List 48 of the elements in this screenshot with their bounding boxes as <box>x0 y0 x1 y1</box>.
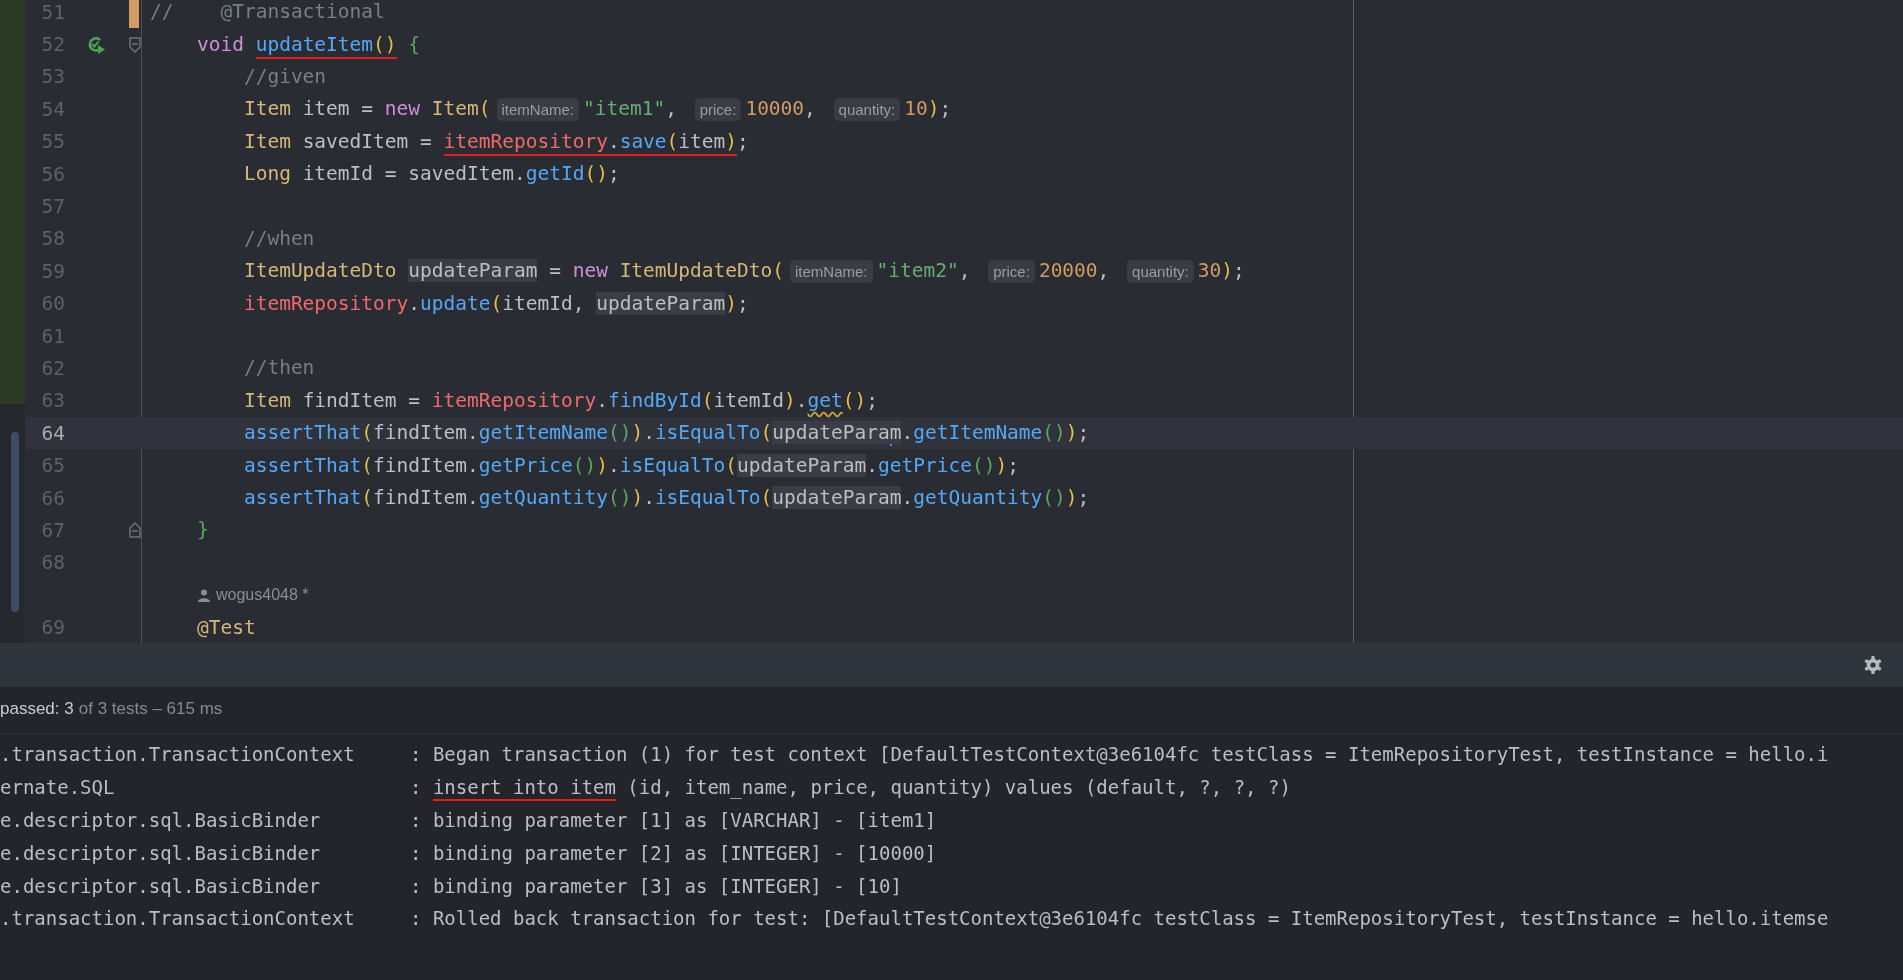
code-line: //given <box>242 63 327 90</box>
usage-highlight: updateParam <box>737 453 867 477</box>
code-line: assertThat(findItem.getPrice()).isEqualTo(updateParam.getPrice()); <box>242 452 1019 479</box>
run-test-icon[interactable] <box>86 34 106 55</box>
usage-highlight: updateParam <box>408 258 538 282</box>
parameter-hint: price: <box>694 97 742 121</box>
fold-icon[interactable] <box>129 36 141 53</box>
parameter-hint: itemName: <box>496 97 580 121</box>
usage-highlight: updatePara <box>772 421 890 445</box>
author-hint[interactable]: wogus4048 * <box>216 586 309 605</box>
log-message: : binding parameter [3] as [INTEGER] - [10] <box>410 874 902 897</box>
parameter-hint: quantity: <box>1127 259 1194 283</box>
parameter-hint: quantity: <box>833 97 901 121</box>
log-message: : binding parameter [1] as [VARCHAR] - [item1] <box>410 809 937 831</box>
scrollbar-thumb[interactable] <box>11 432 19 612</box>
log-message: : Rolled back transaction for test: [DefaultTestContext@3e6104fc testClass = ItemRepositoryTest, testInstance = hello.itemse <box>410 907 1829 930</box>
person-icon <box>198 588 210 602</box>
usage-highlight: updateParam <box>596 291 726 315</box>
code-line: ItemUpdateDto updateParam = new ItemUpdateDto( itemName: "item2", price: 20000, quantity: 30); <box>242 257 1245 285</box>
log-message: : Began transaction (1) for test context [DefaultTestContext@3e6104fc testClass = ItemRepositoryTest, testInstance = hello.i <box>410 743 1829 766</box>
usage-highlight: updateParam <box>772 486 902 510</box>
log-message: : binding parameter [2] as [INTEGER] - [10000] <box>410 841 937 864</box>
logger-name: .transaction.TransactionContext <box>0 743 356 766</box>
line-number: 64 <box>40 421 65 445</box>
code-line: @Test <box>195 614 256 641</box>
logger-name: .transaction.TransactionContext <box>0 907 356 930</box>
logger-name: e.descriptor.sql.BasicBinder <box>0 874 322 897</box>
logger-name: ernate.SQL <box>0 776 116 799</box>
code-line: assertThat(findItem.getQuantity()).isEqualTo(updateParam.getQuantity()); <box>242 485 1090 512</box>
code-line: Item findItem = itemRepository.findById(itemId).get(); <box>242 387 878 414</box>
code-line: } <box>195 517 209 544</box>
test-summary: passed: 3 of 3 tests – 615 ms <box>0 698 224 720</box>
log-message: : insert into item (id, item_name, price, quantity) values (default, ?, ?, ?) <box>410 776 1291 799</box>
parameter-hint: price: <box>988 259 1035 283</box>
code-line: itemRepository.update(itemId, updateParam); <box>242 290 749 317</box>
code-line: //when <box>242 225 315 252</box>
parameter-hint: itemName: <box>790 259 873 283</box>
fold-icon[interactable] <box>129 522 141 539</box>
logger-name: e.descriptor.sql.BasicBinder <box>0 809 322 831</box>
code-line: //then <box>242 355 315 382</box>
code-line: Item item = new Item( itemName: "item1", price: 10000, quantity: 10); <box>242 95 952 123</box>
code-line: assertThat(findItem.getItemName()).isEqualTo(updateParam.getItemName()); <box>242 420 1090 448</box>
settings-icon[interactable] <box>1863 655 1883 675</box>
code-line: Long itemId = savedItem.getId(); <box>242 161 620 188</box>
code-line: // @Transactional <box>150 0 385 26</box>
logger-name: e.descriptor.sql.BasicBinder <box>0 841 322 864</box>
code-line: void updateItem() { <box>150 28 421 61</box>
code-line: Item savedItem = itemRepository.save(item); <box>150 125 749 158</box>
